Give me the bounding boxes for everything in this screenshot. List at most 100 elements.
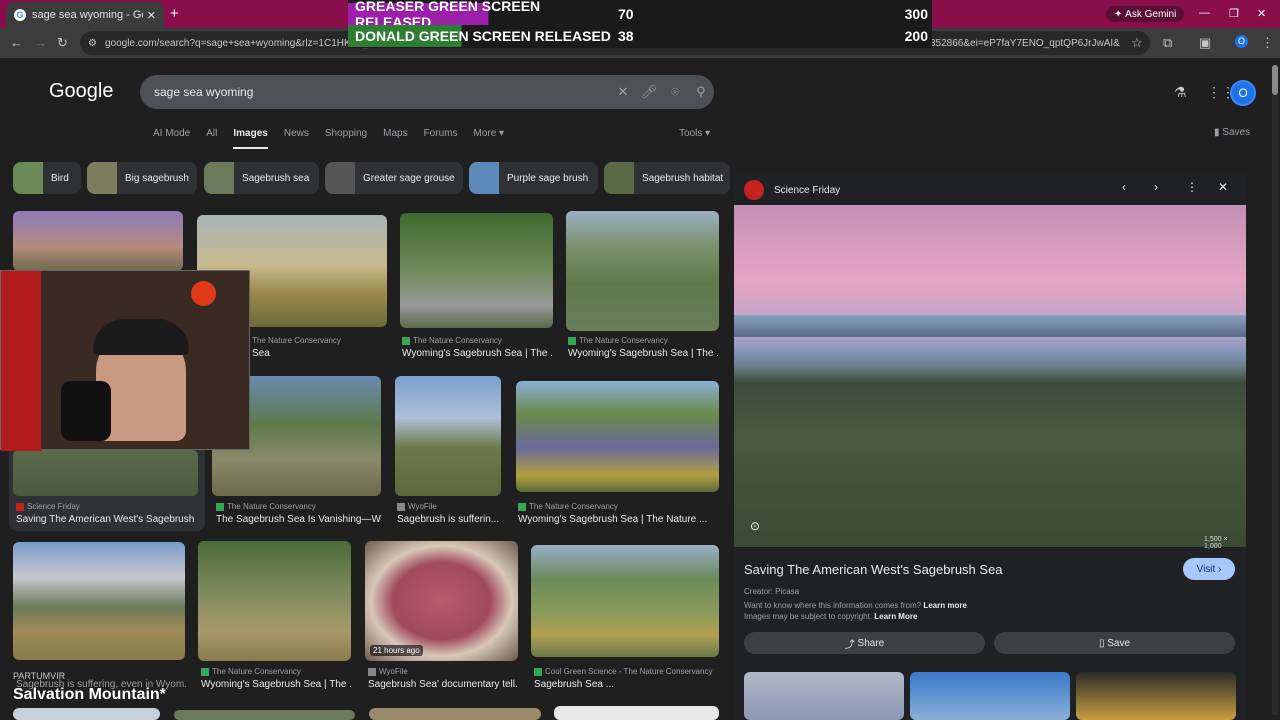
profile-icon[interactable]: O: [1235, 35, 1248, 48]
chip-big-sagebrush[interactable]: Big sagebrush: [87, 162, 197, 194]
tab-title: sage sea wyoming - Google Se: [32, 9, 143, 21]
save-button[interactable]: ▯ Save: [994, 632, 1235, 654]
result-image[interactable]: [531, 545, 719, 657]
tab-maps[interactable]: Maps: [383, 128, 407, 149]
lens-search-icon[interactable]: ⊙: [750, 519, 760, 533]
search-icon[interactable]: ⚲: [688, 84, 714, 100]
chip-label: Big sagebrush: [125, 172, 189, 184]
result-image[interactable]: [554, 706, 719, 720]
webcam-beanie: [93, 319, 189, 355]
tab-ai-mode[interactable]: AI Mode: [153, 128, 190, 149]
chip-purple-sage-brush[interactable]: Purple sage brush: [469, 162, 598, 194]
previous-icon[interactable]: ‹: [1122, 180, 1126, 194]
result-image[interactable]: [13, 542, 185, 660]
window-close-icon[interactable]: ✕: [1257, 7, 1266, 20]
related-image[interactable]: [744, 672, 904, 720]
preview-image[interactable]: [734, 205, 1246, 547]
result-title[interactable]: The Sagebrush Sea Is Vanishing—W...: [216, 514, 381, 525]
new-tab-button[interactable]: +: [170, 5, 179, 22]
result-title[interactable]: Sagebrush Sea' documentary tell...: [368, 679, 518, 690]
reload-icon[interactable]: ↻: [57, 35, 68, 51]
tab-all[interactable]: All: [206, 128, 217, 149]
source-name: WyoFile: [408, 502, 437, 511]
lens-icon[interactable]: ⌾: [662, 84, 688, 100]
result-image[interactable]: [369, 708, 541, 720]
share-button[interactable]: ⤴ Share: [744, 632, 985, 654]
result-image[interactable]: [198, 541, 351, 661]
result-title[interactable]: Wyoming's Sagebrush Sea | The ...: [568, 348, 718, 359]
tab-close-icon[interactable]: ✕: [147, 9, 156, 22]
google-favicon-icon: G: [14, 9, 26, 21]
learn-more-copyright-link[interactable]: Learn More: [874, 612, 917, 621]
webcam-parrot: [191, 281, 216, 306]
forward-icon[interactable]: →: [34, 35, 47, 50]
search-input[interactable]: sage sea wyoming: [154, 85, 610, 99]
tab-images[interactable]: Images: [233, 128, 268, 149]
google-logo[interactable]: Google: [49, 80, 114, 103]
result-image[interactable]: [516, 381, 719, 492]
side-panel-icon[interactable]: ▣: [1199, 35, 1211, 51]
tab-shopping[interactable]: Shopping: [325, 128, 367, 149]
result-title[interactable]: Wyoming's Sagebrush Sea | The ...: [402, 348, 552, 359]
related-image[interactable]: [1076, 672, 1236, 720]
result-title[interactable]: Saving The American West's Sagebrush ...: [16, 514, 198, 525]
chip-sagebrush-sea[interactable]: Sagebrush sea: [204, 162, 319, 194]
result-title[interactable]: Wyoming's Sagebrush Sea | The ...: [201, 679, 351, 690]
clear-icon[interactable]: ✕: [610, 84, 636, 100]
result-image[interactable]: [566, 211, 719, 331]
source-name: The Nature Conservancy: [579, 336, 668, 345]
result-title[interactable]: Wyoming's Sagebrush Sea | The Nature ...: [518, 514, 718, 525]
result-title[interactable]: Sagebrush is sufferin...: [397, 514, 501, 525]
labs-flask-icon[interactable]: ⚗: [1174, 84, 1187, 101]
close-panel-icon[interactable]: ✕: [1218, 180, 1228, 194]
result-source: The Nature Conservancy: [518, 502, 618, 511]
minimize-icon[interactable]: —: [1199, 7, 1210, 19]
avatar[interactable]: O: [1230, 80, 1256, 106]
more-options-icon[interactable]: ⋮: [1186, 180, 1198, 194]
result-image[interactable]: [400, 213, 553, 328]
related-image[interactable]: [910, 672, 1070, 720]
stream-title: Salvation Mountain*: [13, 686, 166, 703]
restore-icon[interactable]: ❐: [1229, 7, 1239, 20]
saves-label: Saves: [1222, 127, 1251, 138]
result-title[interactable]: Sagebrush Sea ...: [534, 679, 719, 690]
bookmark-star-icon[interactable]: ☆: [1131, 35, 1143, 51]
webcam-red-light: [1, 271, 41, 451]
next-icon[interactable]: ›: [1154, 180, 1158, 194]
browser-tab[interactable]: G sage sea wyoming - Google Se ✕: [6, 2, 164, 28]
result-image[interactable]: [13, 708, 160, 720]
tab-forums[interactable]: Forums: [424, 128, 458, 149]
result-image[interactable]: [395, 376, 501, 496]
tab-news[interactable]: News: [284, 128, 309, 149]
result-source: Cool Green Science - The Nature Conserva…: [534, 667, 713, 676]
saves-button[interactable]: ▮ Saves: [1214, 127, 1250, 138]
extensions-icon[interactable]: ⧉: [1163, 35, 1172, 51]
result-image[interactable]: [13, 211, 183, 271]
scrollbar-thumb[interactable]: [1272, 65, 1278, 95]
search-box[interactable]: sage sea wyoming ✕ 🎤︎ ⌾ ⚲: [140, 75, 714, 109]
panel-title[interactable]: Saving The American West's Sagebrush Sea: [744, 562, 1003, 577]
result-title[interactable]: Sea: [252, 348, 270, 359]
tab-more[interactable]: More ▾: [473, 128, 504, 149]
back-icon[interactable]: ←: [10, 35, 23, 50]
visit-button[interactable]: Visit ›: [1183, 558, 1235, 580]
voice-search-icon[interactable]: 🎤︎: [636, 84, 662, 100]
chip-sagebrush-habitat[interactable]: Sagebrush habitat: [604, 162, 730, 194]
site-info-icon[interactable]: ⚙: [88, 38, 97, 49]
menu-kebab-icon[interactable]: ⋮: [1261, 35, 1274, 51]
result-image[interactable]: [13, 450, 198, 496]
score-a: 70: [618, 6, 634, 22]
chip-greater-sage-grouse[interactable]: Greater sage grouse: [325, 162, 463, 194]
score-name: DONALD GREEN SCREEN RELEASED: [348, 25, 618, 47]
scrollbar[interactable]: [1272, 65, 1278, 715]
result-image[interactable]: [174, 710, 355, 720]
result-image[interactable]: [365, 541, 518, 661]
tools-button[interactable]: Tools ▾: [679, 128, 710, 139]
source-name: WyoFile: [379, 667, 408, 676]
result-source: The Nature Conservancy: [216, 502, 316, 511]
info-line: Want to know where this information come…: [744, 601, 967, 610]
panel-source[interactable]: Science Friday: [774, 185, 840, 196]
learn-more-link[interactable]: Learn more: [923, 601, 967, 610]
chip-bird[interactable]: Bird: [13, 162, 81, 194]
ask-gemini-button[interactable]: ✦ Ask Gemini: [1106, 6, 1185, 22]
